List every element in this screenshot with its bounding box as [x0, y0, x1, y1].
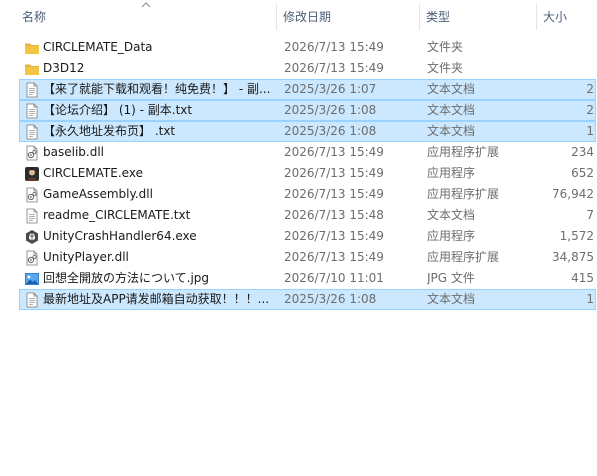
file-size: 34,875	[552, 250, 594, 264]
file-modified-date: 2025/3/26 1:08	[284, 292, 377, 306]
folder-icon	[24, 61, 40, 77]
file-row[interactable]: baselib.dll 2026/7/13 15:49 应用程序扩展 234	[19, 142, 596, 163]
file-size: 652	[571, 166, 594, 180]
file-type: 文本文档	[427, 292, 476, 306]
file-modified-date: 2026/7/13 15:49	[284, 187, 384, 201]
file-list: CIRCLEMATE_Data 2026/7/13 15:49 文件夹 D3D12 20…	[0, 37, 597, 310]
file-modified-date: 2026/7/13 15:49	[284, 166, 384, 180]
file-size: 7	[586, 208, 594, 222]
file-modified-date: 2026/7/13 15:49	[284, 250, 384, 264]
file-size: 76,942	[552, 187, 594, 201]
file-type: 应用程序扩展	[427, 187, 500, 201]
dll-file-icon	[24, 250, 40, 266]
file-row[interactable]: 【来了就能下载和观看！纯免费！】 - 副... 2025/3/26 1:07 文本文…	[19, 79, 596, 100]
text-file-icon	[24, 124, 40, 140]
file-row[interactable]: 回想全開放の方法について.jpg 2026/7/10 11:01 JPG 文件 415	[19, 268, 596, 289]
file-row[interactable]: D3D12 2026/7/13 15:49 文件夹	[19, 58, 596, 79]
file-size: 234	[571, 145, 594, 159]
file-type: 文本文档	[427, 82, 476, 96]
file-size: 1	[586, 292, 594, 306]
dll-file-icon	[24, 145, 40, 161]
file-name: 【论坛介绍】 (1) - 副本.txt	[43, 103, 193, 117]
text-file-icon	[24, 208, 40, 224]
file-size	[533, 59, 594, 78]
file-type: 应用程序扩展	[427, 145, 500, 159]
dll-file-icon	[24, 187, 40, 203]
file-size: 1,572	[559, 229, 594, 243]
file-type: JPG 文件	[427, 271, 475, 285]
column-header-name[interactable]: 名称	[16, 0, 276, 34]
file-row[interactable]: 【论坛介绍】 (1) - 副本.txt 2025/3/26 1:08 文本文档 2	[19, 100, 596, 121]
text-file-icon	[24, 103, 40, 119]
file-size	[533, 38, 594, 57]
file-row[interactable]: GameAssembly.dll 2026/7/13 15:49 应用程序扩展 76,…	[19, 184, 596, 205]
app-exe-icon	[24, 166, 40, 182]
file-name: CIRCLEMATE.exe	[43, 166, 143, 180]
file-name: UnityCrashHandler64.exe	[43, 229, 197, 243]
file-modified-date: 2026/7/13 15:49	[284, 61, 384, 75]
column-header-date[interactable]: 修改日期	[277, 0, 419, 34]
file-size: 2	[586, 82, 594, 96]
file-name: 【永久地址发布页】 .txt	[43, 124, 176, 138]
file-modified-date: 2026/7/10 11:01	[284, 271, 384, 285]
file-name: readme_CIRCLEMATE.txt	[43, 208, 191, 222]
file-modified-date: 2026/7/13 15:48	[284, 208, 384, 222]
text-file-icon	[24, 82, 40, 98]
file-explorer: 名称 修改日期 类型 大小 CIRCLEMATE_Data 2026/7/13 1…	[0, 0, 597, 476]
file-modified-date: 2026/7/13 15:49	[284, 40, 384, 54]
folder-icon	[24, 40, 40, 56]
file-modified-date: 2026/7/13 15:49	[284, 145, 384, 159]
file-name: 最新地址及APP请发邮箱自动获取！！！...	[43, 292, 270, 306]
file-type: 文本文档	[427, 208, 476, 222]
file-name: UnityPlayer.dll	[43, 250, 129, 264]
file-modified-date: 2026/7/13 15:49	[284, 229, 384, 243]
file-type: 应用程序	[427, 166, 476, 180]
unity-exe-icon	[24, 229, 40, 245]
file-type: 文本文档	[427, 124, 476, 138]
column-header-row: 名称 修改日期 类型 大小	[0, 0, 597, 34]
column-header-size[interactable]: 大小	[537, 0, 597, 34]
file-modified-date: 2025/3/26 1:07	[284, 82, 377, 96]
file-type: 文本文档	[427, 103, 476, 117]
text-file-icon	[24, 292, 40, 308]
file-row[interactable]: CIRCLEMATE_Data 2026/7/13 15:49 文件夹	[19, 37, 596, 58]
file-name: D3D12	[43, 61, 85, 75]
file-type: 文件夹	[427, 40, 464, 54]
file-row[interactable]: 最新地址及APP请发邮箱自动获取！！！... 2025/3/26 1:08 文本文档…	[19, 289, 596, 310]
file-row[interactable]: UnityCrashHandler64.exe 2026/7/13 15:49 应用…	[19, 226, 596, 247]
file-row[interactable]: UnityPlayer.dll 2026/7/13 15:49 应用程序扩展 34,8…	[19, 247, 596, 268]
file-modified-date: 2025/3/26 1:08	[284, 124, 377, 138]
file-name: 【来了就能下载和观看！纯免费！】 - 副...	[43, 82, 271, 96]
file-size: 1	[586, 124, 594, 138]
file-type: 文件夹	[427, 61, 464, 75]
file-type: 应用程序扩展	[427, 250, 500, 264]
file-name: GameAssembly.dll	[43, 187, 153, 201]
column-header-type[interactable]: 类型	[420, 0, 536, 34]
file-size: 415	[571, 271, 594, 285]
file-type: 应用程序	[427, 229, 476, 243]
image-file-icon	[24, 271, 40, 287]
file-row[interactable]: 【永久地址发布页】 .txt 2025/3/26 1:08 文本文档 1	[19, 121, 596, 142]
file-size: 2	[586, 103, 594, 117]
file-row[interactable]: readme_CIRCLEMATE.txt 2026/7/13 15:48 文本文档…	[19, 205, 596, 226]
file-name: CIRCLEMATE_Data	[43, 40, 153, 54]
file-name: baselib.dll	[43, 145, 104, 159]
file-name: 回想全開放の方法について.jpg	[43, 271, 210, 285]
file-modified-date: 2025/3/26 1:08	[284, 103, 377, 117]
file-row[interactable]: CIRCLEMATE.exe 2026/7/13 15:49 应用程序 652	[19, 163, 596, 184]
